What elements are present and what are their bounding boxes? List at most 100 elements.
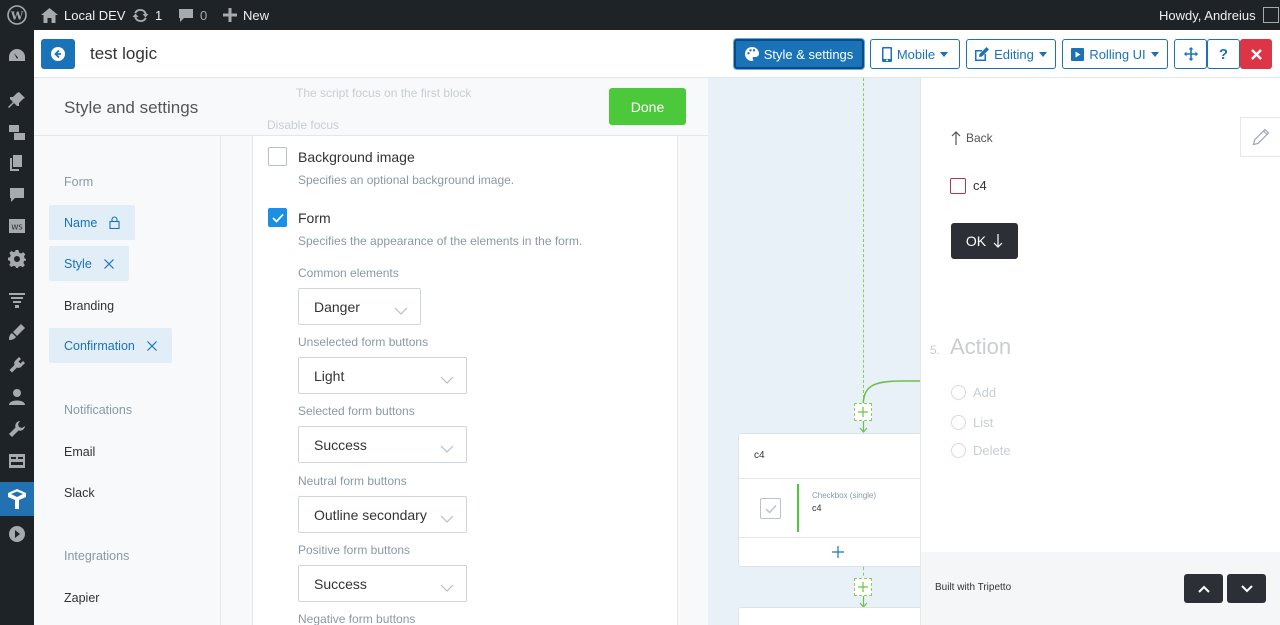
checkmark-icon (271, 213, 284, 223)
nav-item-confirmation-label: Confirmation (64, 338, 135, 353)
preview-checkbox[interactable] (950, 178, 966, 194)
arrow-left-circle-icon (51, 47, 65, 61)
node-indicator (797, 484, 799, 532)
dashboard-icon[interactable] (7, 46, 27, 66)
common-elements-select[interactable]: Danger (298, 288, 421, 325)
appearance-icon[interactable] (7, 322, 27, 342)
account-menu[interactable]: Howdy, Andreius (1159, 0, 1279, 30)
mobile-label: Mobile (896, 46, 936, 62)
collapse-menu-icon[interactable] (7, 524, 27, 544)
move-arrows-icon (1183, 47, 1198, 61)
preview-checkbox-label[interactable]: c4 (973, 178, 987, 193)
ghost-setting-text: The script focus on the first block (296, 86, 472, 100)
settings-sliders-icon[interactable] (7, 451, 27, 471)
add-node-button[interactable] (739, 538, 920, 566)
ok-button[interactable]: OK (951, 223, 1018, 259)
flow-line (863, 78, 864, 403)
form-title[interactable]: test logic (90, 44, 157, 64)
comments-count: 0 (200, 7, 208, 23)
arrow-up-icon (951, 131, 961, 145)
mobile-icon (881, 46, 892, 62)
nav-item-email[interactable]: Email (64, 445, 95, 459)
radio-label[interactable]: List (973, 415, 993, 430)
nav-item-branding[interactable]: Branding (64, 299, 114, 313)
block-card[interactable]: c4 Checkbox (single) c4 (738, 433, 920, 567)
ok-label: OK (965, 233, 987, 249)
nav-item-style[interactable]: Style (49, 246, 129, 281)
radio-add[interactable] (951, 385, 966, 400)
nav-item-name[interactable]: Name (49, 205, 136, 240)
add-block-button[interactable] (854, 403, 872, 421)
mobile-device-button[interactable]: Mobile (870, 39, 960, 69)
back-button[interactable] (41, 39, 75, 69)
plugin-wsf-icon[interactable]: WS (7, 216, 27, 236)
background-image-checkbox[interactable] (268, 147, 287, 166)
media-icon[interactable] (7, 122, 27, 142)
builder-map[interactable]: c4 Checkbox (single) c4 (708, 78, 920, 625)
unselected-buttons-select[interactable]: Light (298, 357, 467, 394)
plugins-icon[interactable] (7, 355, 27, 375)
editing-mode-button[interactable]: Editing (966, 39, 1056, 69)
close-icon[interactable] (103, 258, 114, 269)
updates-link[interactable]: 1 (132, 0, 162, 30)
pin-icon[interactable] (7, 90, 27, 110)
built-with-label[interactable]: Built with Tripetto (935, 582, 1011, 593)
users-icon[interactable] (7, 387, 27, 407)
chevron-down-icon (440, 440, 454, 456)
nav-section-form: Form (64, 175, 94, 189)
plus-icon (832, 546, 844, 558)
rolling-ui-label: Rolling UI (1089, 46, 1146, 62)
back-link[interactable]: Back (951, 131, 993, 145)
comments-link[interactable]: 0 (178, 0, 207, 30)
updates-count: 1 (155, 7, 163, 23)
chevron-down-icon (394, 302, 408, 318)
chevron-down-icon (1240, 584, 1253, 592)
wordpress-logo-icon[interactable]: W (7, 0, 27, 30)
block-node[interactable]: Checkbox (single) c4 (739, 479, 920, 538)
nav-item-slack[interactable]: Slack (64, 486, 95, 500)
block-card[interactable] (738, 607, 920, 625)
done-button[interactable]: Done (609, 88, 686, 125)
positive-buttons-select[interactable]: Success (298, 565, 467, 602)
nav-item-confirmation[interactable]: Confirmation (49, 328, 172, 363)
style-settings-label: Style & settings (763, 46, 854, 62)
help-button[interactable]: ? (1207, 39, 1240, 69)
settings-gear-icon[interactable] (7, 249, 27, 269)
neutral-buttons-select[interactable]: Outline secondary (298, 496, 467, 533)
comments-menu-icon[interactable] (7, 185, 27, 205)
svg-text:W: W (10, 10, 24, 23)
select-value: Danger (314, 298, 360, 315)
field-label: Selected form buttons (298, 404, 415, 418)
pages-icon[interactable] (7, 153, 27, 173)
selected-buttons-select[interactable]: Success (298, 426, 467, 463)
previous-button[interactable] (1184, 574, 1223, 603)
howdy-text: Howdy, Andreius (1159, 7, 1256, 23)
nav-item-zapier[interactable]: Zapier (64, 591, 99, 605)
block-title: c4 (739, 434, 920, 479)
admin-bar: W Local DEV 1 0 New Howdy, Andreius (0, 0, 1280, 30)
next-button[interactable] (1227, 574, 1266, 603)
add-block-button[interactable] (854, 578, 872, 596)
close-button[interactable] (1240, 39, 1272, 69)
edit-preview-tab[interactable] (1240, 117, 1280, 157)
arrow-down-icon (993, 234, 1003, 248)
plus-icon (223, 8, 237, 22)
form-checkbox[interactable] (268, 208, 287, 227)
updates-icon (132, 8, 149, 22)
filter-icon[interactable] (7, 290, 27, 310)
radio-list[interactable] (951, 415, 966, 430)
site-name-link[interactable]: Local DEV (41, 0, 125, 30)
move-button[interactable] (1174, 39, 1207, 69)
radio-label[interactable]: Add (973, 385, 996, 400)
tools-icon[interactable] (7, 419, 27, 439)
background-image-label: Background image (298, 149, 415, 165)
radio-label[interactable]: Delete (973, 443, 1011, 458)
radio-delete[interactable] (951, 443, 966, 458)
admin-menu: WS (0, 30, 34, 625)
close-icon[interactable] (146, 340, 157, 351)
tripetto-icon[interactable] (0, 482, 34, 516)
style-settings-button[interactable]: Style & settings (734, 39, 864, 69)
new-content-link[interactable]: New (223, 0, 269, 30)
rolling-ui-button[interactable]: Rolling UI (1062, 39, 1168, 69)
settings-title: Style and settings (64, 98, 199, 117)
